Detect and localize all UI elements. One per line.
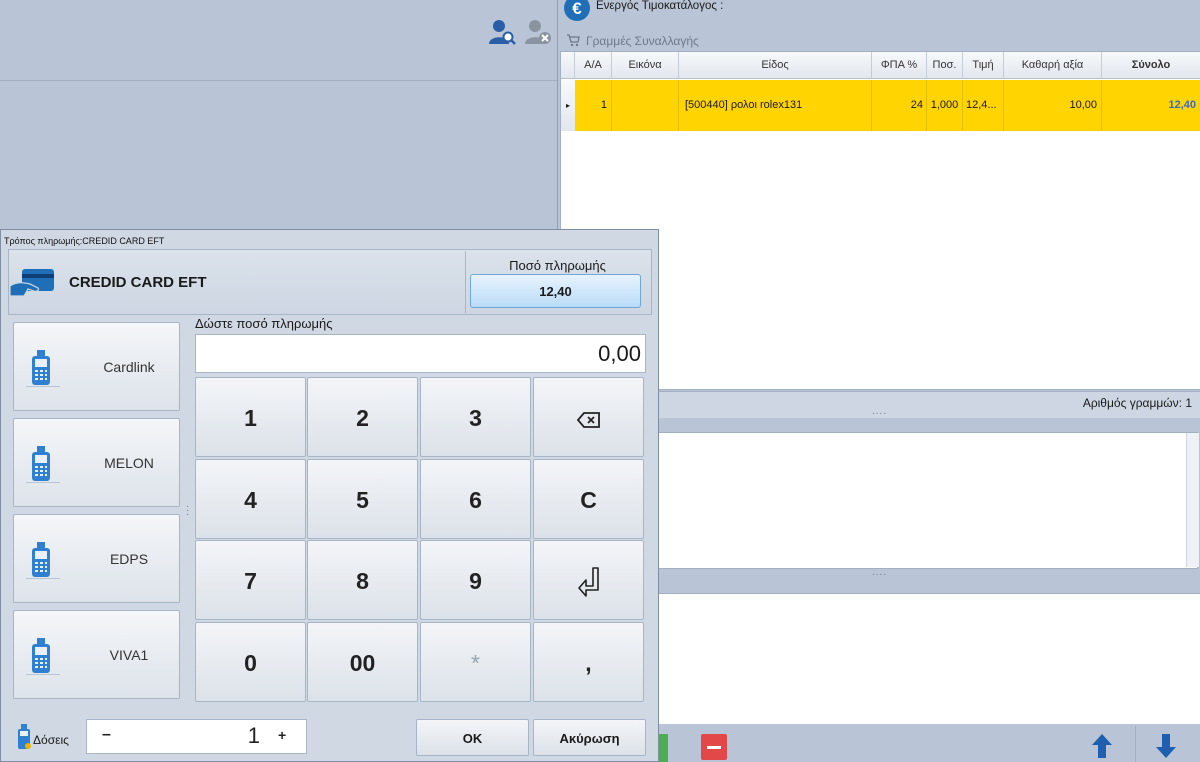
cart-icon [567,34,580,47]
column-header-vat[interactable]: ΦΠΑ % [872,52,927,79]
cell-image[interactable] [612,80,679,131]
key-1[interactable]: 1 [195,377,306,457]
vertical-splitter-handle[interactable]: · · · [186,502,190,525]
pos-terminal-icon [18,724,31,749]
delete-line-button[interactable] [701,734,727,760]
toolbar-separator [1135,726,1136,762]
column-header-total[interactable]: Σύνολο [1102,52,1200,79]
doses-decrement-button[interactable]: – [102,726,111,744]
pos-terminal-icon [32,638,50,673]
terminal-button-edps[interactable]: EDPS [13,514,180,603]
terminal-label: MELON [104,455,154,471]
clear-key[interactable]: C [533,459,644,539]
backspace-icon [576,412,600,428]
column-header-aa[interactable]: Α/Α [575,52,612,79]
cell-item[interactable]: [500440] ρολοι rolex131 [679,80,872,131]
dialog-title: Τρόπος πληρωμής:CREDID CARD EFT [4,236,165,246]
terminal-button-viva1[interactable]: VIVA1 [13,610,180,699]
key-3[interactable]: 3 [420,377,531,457]
terminal-label: EDPS [109,551,149,567]
splitter-handle-2[interactable]: .... [872,567,887,578]
credit-card-icon [9,269,54,297]
amount-label: Ποσό πληρωμής [509,258,606,273]
pos-terminal-icon [32,350,50,385]
euro-icon: € [564,0,590,21]
backspace-key[interactable] [533,377,644,457]
key-9[interactable]: 9 [420,540,531,620]
key-2[interactable]: 2 [307,377,418,457]
amount-value: 12,40 [470,274,641,308]
key-8[interactable]: 8 [307,540,418,620]
key-4[interactable]: 4 [195,459,306,539]
key-0[interactable]: 0 [195,622,306,702]
pos-terminal-icon [32,446,50,481]
icon-underline [26,578,60,579]
svg-text:€: € [572,0,582,18]
key-asterisk[interactable]: * [420,622,531,702]
arrow-up-icon[interactable] [1091,733,1113,759]
row-indicator[interactable]: ▸ [561,80,576,131]
cell-net[interactable]: 10,00 [1004,80,1102,131]
terminal-label: VIVA1 [109,647,149,663]
row-count-label: Αριθμός γραμμών: 1 [1082,396,1192,410]
details-scrollbar[interactable] [1186,433,1199,567]
icon-underline [26,482,60,483]
user-remove-icon[interactable] [524,18,552,46]
enter-amount-label: Δώστε ποσό πληρωμής [195,316,333,331]
cell-aa[interactable]: 1 [575,80,612,131]
column-header-image[interactable]: Εικόνα [612,52,679,79]
terminal-label: Cardlink [103,359,155,375]
doses-value[interactable]: 1 [238,723,260,749]
key-6[interactable]: 6 [420,459,531,539]
column-header-item[interactable]: Είδος [679,52,872,79]
key-5[interactable]: 5 [307,459,418,539]
splitter-handle[interactable]: .... [872,406,887,417]
cell-price[interactable]: 12,4... [963,80,1004,131]
cell-total[interactable]: 12,40 [1102,80,1200,131]
icon-underline [26,386,60,387]
key-7[interactable]: 7 [195,540,306,620]
doses-label: Δόσεις [33,733,69,747]
cancel-button[interactable]: Ακύρωση [533,719,646,756]
pos-terminal-icon [32,542,50,577]
doses-stepper[interactable] [86,719,307,754]
arrow-down-icon[interactable] [1155,733,1177,759]
pricelist-label: Ενεργός Τιμοκατάλογος : [596,0,724,12]
terminal-button-cardlink[interactable]: Cardlink [13,322,180,411]
top-left-area [0,0,557,81]
cell-qty[interactable]: 1,000 [927,80,963,131]
icon-underline [26,674,60,675]
column-header-qty[interactable]: Ποσ. [927,52,963,79]
column-header-net[interactable]: Καθαρή αξία [1004,52,1102,79]
key-00[interactable]: 00 [307,622,418,702]
cell-vat[interactable]: 24 [872,80,927,131]
user-search-icon[interactable] [488,18,516,46]
ok-button[interactable]: OK [416,719,529,756]
lines-header-label: Γραμμές Συναλλαγής [586,34,699,48]
enter-icon [577,567,599,597]
amount-input[interactable] [195,334,646,373]
terminal-button-melon[interactable]: MELON [13,418,180,507]
doses-increment-button[interactable]: + [278,727,286,743]
key-comma[interactable]: , [533,622,644,702]
payment-method-title: CREDID CARD EFT [69,274,207,291]
enter-key[interactable] [533,540,644,620]
column-header-price[interactable]: Τιμή [963,52,1004,79]
grid-corner [561,52,575,79]
